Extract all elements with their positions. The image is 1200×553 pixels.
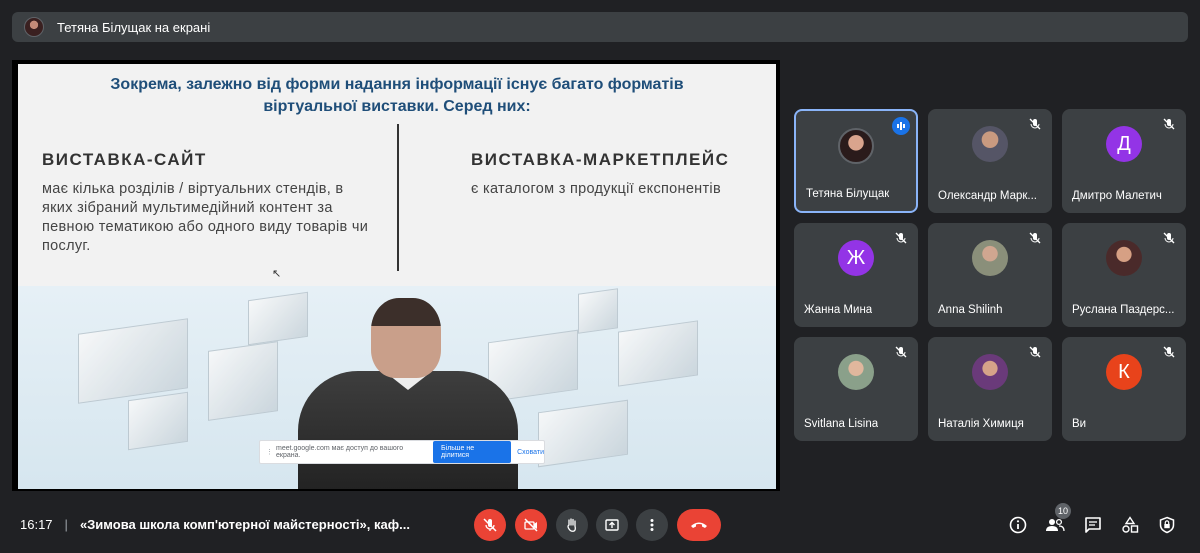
participant-name: Anna Shilinh (938, 304, 1003, 316)
meeting-details: 16:17 | «Зимова школа комп'ютерної майст… (20, 517, 410, 532)
meeting-details-button[interactable] (1007, 514, 1029, 536)
participant-tile[interactable]: Тетяна Білущак (794, 109, 918, 213)
participant-name: Дмитро Малетич (1072, 190, 1162, 202)
participant-name: Svitlana Lisina (804, 418, 879, 430)
more-options-button[interactable] (636, 509, 668, 541)
screen-share-notice: ⋮ meet.google.com має доступ до вашого е… (259, 440, 545, 464)
mic-off-icon (1029, 118, 1041, 130)
participant-name: Ви (1072, 418, 1087, 430)
participant-avatar (972, 354, 1008, 390)
present-screen-button[interactable] (596, 509, 628, 541)
participant-avatar: Д (1106, 126, 1142, 162)
shield-lock-icon (1159, 516, 1175, 534)
camera-off-icon (524, 518, 538, 532)
participant-count-badge: 10 (1055, 503, 1071, 519)
slide-title-line-2: віртуальної виставки. Серед них: (263, 98, 531, 115)
photo-panel (538, 399, 628, 468)
participant-tile[interactable]: Олександр Марк... (928, 109, 1052, 213)
mic-off-icon (895, 232, 907, 244)
participant-tile[interactable]: Svitlana Lisina (794, 337, 918, 441)
separator: | (64, 517, 68, 532)
participant-avatar (838, 128, 874, 164)
participant-avatar (838, 354, 874, 390)
info-icon (1009, 516, 1027, 534)
share-notice-text: meet.google.com має доступ до вашого екр… (276, 445, 404, 459)
left-heading: ВИСТАВКА-САЙТ (42, 150, 207, 169)
photo-panel (248, 291, 308, 346)
mic-off-icon (483, 518, 497, 532)
hide-notice-button[interactable]: Сховати (517, 449, 544, 456)
participant-tile[interactable]: Anna Shilinh (928, 223, 1052, 327)
participant-name: Руслана Паздерс... (1072, 304, 1175, 316)
mic-off-icon (1029, 346, 1041, 358)
clock: 16:17 (20, 517, 53, 532)
slide-divider (397, 124, 399, 271)
chat-button[interactable] (1082, 514, 1104, 536)
photo-panel (578, 288, 618, 334)
participant-tile[interactable]: Д Дмитро Малетич (1062, 109, 1186, 213)
camera-toggle-button[interactable] (515, 509, 547, 541)
photo-panel (78, 318, 188, 404)
activities-button[interactable] (1119, 514, 1141, 536)
drag-handle-icon[interactable]: ⋮ (266, 448, 273, 456)
photo-panel (128, 391, 188, 451)
right-heading: ВИСТАВКА-МАРКЕТПЛЕЙС (471, 150, 730, 169)
participant-avatar (972, 240, 1008, 276)
participant-avatar: Ж (838, 240, 874, 276)
participant-name: Олександр Марк... (938, 190, 1037, 202)
raise-hand-button[interactable] (556, 509, 588, 541)
end-call-icon (691, 522, 707, 528)
stop-sharing-button[interactable]: Більше не ділитися (433, 441, 512, 463)
participant-tile[interactable]: Ж Жанна Мина (794, 223, 918, 327)
participant-tile[interactable]: К Ви (1062, 337, 1186, 441)
person-head (371, 298, 441, 378)
participant-name: Тетяна Білущак (806, 188, 890, 200)
mic-toggle-button[interactable] (474, 509, 506, 541)
participant-name: Наталія Химиця (938, 418, 1024, 430)
participant-avatar: К (1106, 354, 1142, 390)
participant-tile[interactable]: Наталія Химиця (928, 337, 1052, 441)
activities-icon (1122, 516, 1139, 533)
mic-off-icon (1029, 232, 1041, 244)
chat-icon (1085, 517, 1101, 533)
mic-off-icon (895, 346, 907, 358)
slide-left-column: ВИСТАВКА-САЙТ має кілька розділів / вірт… (42, 150, 372, 256)
slide-right-column: ВИСТАВКА-МАРКЕТПЛЕЙС є каталогом з проду… (471, 150, 771, 199)
participant-name: Жанна Мина (804, 304, 873, 316)
present-icon (605, 519, 619, 531)
participant-avatar (972, 126, 1008, 162)
meeting-title[interactable]: «Зимова школа комп'ютерної майстерності»… (80, 517, 410, 532)
left-text: має кілька розділів / віртуальних стенді… (42, 181, 369, 254)
host-controls-button[interactable] (1156, 514, 1178, 536)
mic-off-icon (1163, 232, 1175, 244)
photo-panel (208, 341, 278, 421)
leave-call-button[interactable] (677, 509, 721, 541)
right-text: є каталогом з продукції експонентів (471, 181, 721, 197)
participant-tile[interactable]: Руслана Паздерс... (1062, 223, 1186, 327)
photo-panel (618, 320, 698, 387)
presenter-avatar (24, 17, 44, 37)
mic-off-icon (1163, 346, 1175, 358)
speaking-indicator-icon (892, 117, 910, 135)
shared-screen: Зокрема, залежно від форми надання інфор… (12, 60, 780, 491)
presenter-bar[interactable]: Тетяна Білущак на екрані (12, 12, 1188, 42)
hand-icon (567, 518, 576, 532)
slide-title-line-1: Зокрема, залежно від форми надання інфор… (110, 76, 684, 93)
more-vert-icon (650, 519, 654, 531)
presenter-label: Тетяна Білущак на екрані (57, 19, 211, 35)
slide-title: Зокрема, залежно від форми надання інфор… (18, 74, 776, 118)
presentation-slide: Зокрема, залежно від форми надання інфор… (18, 64, 776, 489)
participant-avatar (1106, 240, 1142, 276)
mouse-cursor-icon: ↖ (272, 268, 282, 280)
mic-off-icon (1163, 118, 1175, 130)
